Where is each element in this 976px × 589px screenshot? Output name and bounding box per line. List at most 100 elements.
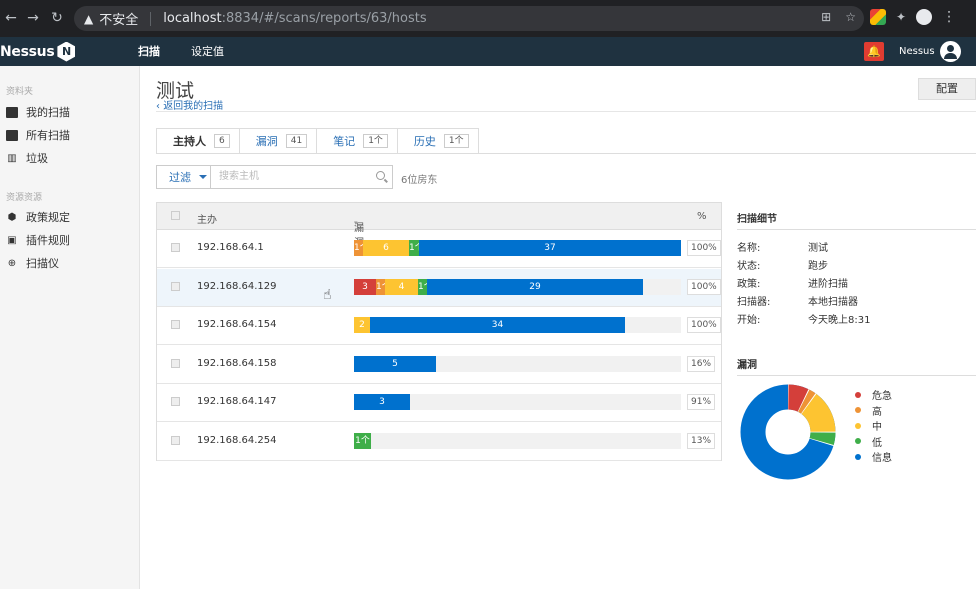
row-checkbox[interactable] bbox=[171, 397, 180, 407]
browser-chrome: ← → ↻ ▲ 不安全 localhost:8834/#/scans/repor… bbox=[0, 0, 976, 37]
vulns-donut-chart[interactable] bbox=[740, 384, 836, 480]
report-tabs: 主持人 6 漏洞 41 笔记 1个 历史 1个 bbox=[156, 128, 479, 154]
table-row[interactable]: 192.168.64.11个61个37100% bbox=[157, 230, 721, 268]
profile-icon[interactable] bbox=[916, 9, 933, 25]
row-checkbox[interactable] bbox=[171, 281, 180, 291]
tab-vulnerabilities[interactable]: 漏洞 41 bbox=[239, 128, 318, 154]
sidebar-item-plugin-rules[interactable]: ▣ 插件规则 bbox=[6, 232, 70, 248]
table-row[interactable]: 192.168.64.254 1个 13% bbox=[157, 423, 721, 461]
puzzle-icon[interactable]: ✦ bbox=[896, 10, 906, 24]
severity-bar[interactable]: 1个 bbox=[354, 433, 681, 449]
user-name[interactable]: Nessus bbox=[899, 37, 935, 66]
severity-segment[interactable]: 1个 bbox=[409, 240, 419, 256]
menu-icon[interactable]: ⋮ bbox=[942, 9, 956, 25]
severity-segment[interactable]: 2 bbox=[354, 317, 370, 334]
tab-notes[interactable]: 笔记 1个 bbox=[317, 128, 398, 154]
row-checkbox[interactable] bbox=[171, 243, 180, 252]
extension-icon[interactable] bbox=[870, 9, 886, 25]
nav-tab-settings[interactable]: 设定值 bbox=[191, 37, 224, 66]
star-icon[interactable]: ☆ bbox=[845, 10, 856, 24]
legend-label: 危急 bbox=[872, 391, 892, 402]
divider bbox=[737, 229, 976, 230]
severity-segment[interactable]: 4 bbox=[385, 278, 418, 295]
legend-dot-icon bbox=[855, 407, 861, 413]
severity-bar[interactable]: 1个61个37 bbox=[354, 240, 681, 256]
severity-segment[interactable]: 3 bbox=[354, 394, 410, 411]
table-row[interactable]: 192.168.64.147 3 91% bbox=[157, 384, 721, 423]
severity-segment[interactable]: 37 bbox=[419, 240, 681, 256]
sidebar: 资料夹 我的扫描 所有扫描 ▥ 垃圾 资源资源 ⬢ 政策规定 ▣ 插件规则 ⊕ … bbox=[0, 66, 140, 589]
table-row[interactable]: 192.168.64.154 2 34 100% bbox=[157, 307, 721, 346]
host-ip[interactable]: 192.168.64.154 bbox=[197, 319, 277, 330]
top-navigation: Nessus N 扫描 设定值 🔔 Nessus bbox=[0, 37, 976, 66]
severity-segment[interactable]: 5 bbox=[354, 355, 436, 372]
severity-segment[interactable]: 1个 bbox=[354, 433, 371, 449]
satellite-icon: ⊕ bbox=[7, 257, 17, 269]
tab-hosts[interactable]: 主持人 6 bbox=[156, 128, 240, 154]
row-checkbox[interactable] bbox=[171, 436, 180, 445]
row-checkbox[interactable] bbox=[171, 358, 180, 368]
tab-count: 6 bbox=[214, 134, 230, 148]
table-row[interactable]: 192.168.64.158 5 16% bbox=[157, 346, 721, 384]
hand-cursor-icon: ☝ bbox=[323, 286, 332, 303]
legend-item[interactable]: 高 bbox=[855, 403, 882, 418]
detail-key: 名称: bbox=[737, 243, 761, 254]
severity-segment[interactable]: 1个 bbox=[354, 240, 363, 256]
severity-bar[interactable]: 5 bbox=[354, 355, 681, 372]
severity-segment[interactable]: 3 bbox=[354, 278, 376, 295]
address-bar[interactable]: ▲ 不安全 localhost:8834/#/scans/reports/63/… bbox=[74, 6, 864, 31]
col-pct[interactable]: % bbox=[697, 211, 707, 222]
nav-tab-scans[interactable]: 扫描 bbox=[138, 37, 160, 66]
folder-icon bbox=[6, 106, 18, 118]
severity-segment[interactable]: 29 bbox=[427, 278, 643, 295]
forward-arrow-icon[interactable]: → bbox=[22, 10, 44, 26]
legend-label: 低 bbox=[872, 437, 882, 449]
back-to-scans-link[interactable]: ‹ 返回我的扫描 bbox=[156, 97, 223, 112]
host-ip[interactable]: 192.168.64.129 bbox=[197, 281, 277, 292]
severity-segment[interactable]: 34 bbox=[370, 317, 625, 334]
tab-history[interactable]: 历史 1个 bbox=[397, 128, 479, 154]
translate-icon[interactable]: ⊞ bbox=[821, 10, 831, 24]
legend-item[interactable]: 危急 bbox=[855, 387, 892, 402]
host-ip[interactable]: 192.168.64.254 bbox=[197, 435, 277, 446]
detail-start: 开始: 今天晚上8:31 bbox=[737, 311, 870, 326]
host-ip[interactable]: 192.168.64.158 bbox=[197, 358, 277, 369]
legend-item[interactable]: 中 bbox=[855, 418, 882, 433]
chevron-down-icon bbox=[199, 175, 207, 179]
legend-label: 中 bbox=[872, 422, 882, 433]
avatar[interactable] bbox=[940, 41, 961, 62]
reload-icon[interactable]: ↻ bbox=[46, 10, 68, 26]
sort-icon: ▾ bbox=[354, 219, 358, 227]
severity-segment[interactable]: 6 bbox=[363, 240, 409, 256]
divider bbox=[737, 375, 976, 376]
sidebar-item-all-scans[interactable]: 所有扫描 bbox=[6, 127, 70, 143]
trash-icon: ▥ bbox=[7, 152, 17, 164]
severity-segment[interactable]: 1个 bbox=[376, 278, 385, 295]
host-ip[interactable]: 192.168.64.1 bbox=[197, 242, 264, 253]
legend-item[interactable]: 低 bbox=[855, 434, 882, 449]
detail-value: 本地扫描器 bbox=[808, 297, 858, 308]
sidebar-item-scanners[interactable]: ⊕ 扫描仪 bbox=[6, 255, 59, 271]
severity-bar[interactable]: 3 bbox=[354, 394, 681, 411]
select-all-checkbox[interactable] bbox=[171, 211, 180, 220]
nessus-logo[interactable]: Nessus N bbox=[0, 37, 76, 66]
row-checkbox[interactable] bbox=[171, 320, 180, 330]
tab-label: 笔记 bbox=[333, 135, 356, 148]
tab-label: 历史 bbox=[413, 135, 436, 148]
table-row[interactable]: 192.168.64.12931个41个29100%☝ bbox=[157, 268, 721, 307]
severity-bar[interactable]: 2 34 bbox=[354, 317, 681, 334]
host-ip[interactable]: 192.168.64.147 bbox=[197, 396, 277, 407]
severity-bar[interactable]: 31个41个29 bbox=[354, 278, 681, 295]
severity-segment[interactable]: 1个 bbox=[418, 278, 427, 295]
col-host[interactable]: 主办 bbox=[197, 211, 217, 226]
bell-icon[interactable]: 🔔 bbox=[864, 42, 884, 61]
legend-item[interactable]: 信息 bbox=[855, 449, 892, 464]
search-input[interactable]: 搜索主机 bbox=[211, 165, 393, 189]
divider bbox=[156, 111, 976, 112]
sidebar-item-trash[interactable]: ▥ 垃圾 bbox=[6, 150, 48, 166]
sidebar-item-my-scans[interactable]: 我的扫描 bbox=[6, 104, 70, 120]
sidebar-item-policies[interactable]: ⬢ 政策规定 bbox=[6, 209, 70, 225]
config-button[interactable]: 配置 bbox=[918, 78, 976, 100]
filter-dropdown[interactable]: 过滤 bbox=[156, 165, 211, 189]
back-arrow-icon[interactable]: ← bbox=[0, 10, 22, 26]
